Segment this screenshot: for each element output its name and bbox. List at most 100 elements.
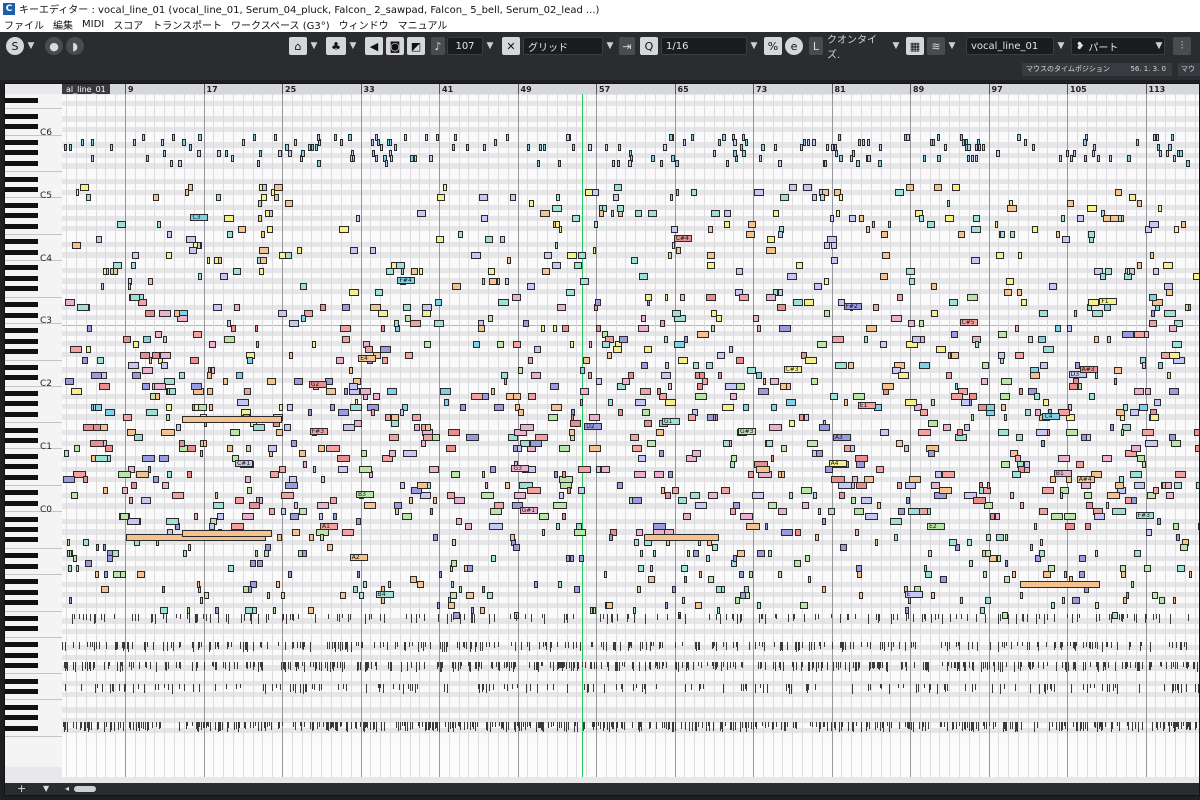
midi-note[interactable] [881,382,894,390]
midi-note-short[interactable] [1070,684,1072,694]
midi-note-short[interactable] [1014,684,1016,692]
midi-note[interactable] [326,388,336,396]
midi-note[interactable] [776,304,787,312]
midi-note-short[interactable] [356,642,357,647]
midi-note[interactable] [247,586,253,594]
midi-note-short[interactable] [228,662,230,671]
midi-note-short[interactable] [183,684,185,692]
midi-note-labeled[interactable]: F1 [1099,297,1118,305]
midi-note[interactable] [643,419,652,427]
midi-note[interactable] [1000,393,1010,401]
midi-note-short[interactable] [315,662,317,670]
midi-note[interactable] [104,409,116,417]
midi-note[interactable] [1017,288,1022,296]
midi-note-short[interactable] [1017,722,1019,732]
midi-note-short[interactable] [456,642,458,649]
midi-note[interactable] [339,591,347,599]
midi-note[interactable] [967,539,972,547]
midi-note[interactable] [793,299,804,307]
midi-note[interactable] [682,139,686,147]
midi-note[interactable] [98,382,111,390]
midi-note[interactable] [1048,283,1057,291]
midi-note[interactable] [424,134,429,141]
midi-note[interactable] [606,351,612,359]
midi-note-short[interactable] [80,684,82,692]
midi-note[interactable] [825,465,834,473]
midi-note[interactable] [1170,439,1182,447]
midi-note-short[interactable] [852,684,853,694]
midi-note-short[interactable] [614,662,616,671]
midi-note[interactable] [578,251,586,259]
lane-dropdown-icon[interactable]: ▼ [43,784,49,793]
midi-note-short[interactable] [985,614,987,624]
midi-note[interactable] [801,502,809,510]
midi-note[interactable] [188,246,197,254]
midi-note-labeled[interactable]: E4 [358,355,377,363]
midi-note-short[interactable] [1139,684,1141,693]
midi-note-labeled[interactable]: G2 [308,381,327,389]
midi-note[interactable] [152,194,159,202]
midi-note-short[interactable] [784,722,786,731]
midi-note[interactable] [91,154,95,162]
midi-note-short[interactable] [541,722,543,732]
midi-note-short[interactable] [1011,642,1013,649]
midi-note-labeled[interactable]: C#3 [783,365,802,373]
midi-note-short[interactable] [350,722,352,729]
midi-note-short[interactable] [1164,684,1166,691]
midi-note-short[interactable] [741,662,743,667]
midi-note[interactable] [166,231,172,239]
midi-note-short[interactable] [520,642,522,650]
midi-note-short[interactable] [121,642,123,649]
midi-note[interactable] [1165,491,1175,499]
midi-note[interactable] [1077,215,1084,223]
midi-note[interactable] [1198,523,1199,531]
midi-note-short[interactable] [878,614,880,623]
midi-note[interactable] [395,507,399,515]
midi-note-short[interactable] [1155,722,1157,728]
midi-note-short[interactable] [327,614,329,619]
midi-note[interactable] [986,481,991,489]
midi-note[interactable] [710,325,715,333]
midi-note-short[interactable] [1038,614,1040,620]
midi-note[interactable] [178,372,186,380]
midi-note[interactable] [356,570,360,578]
midi-note[interactable] [423,434,433,442]
midi-note-short[interactable] [855,722,857,727]
midi-note[interactable] [1149,220,1159,228]
midi-note-short[interactable] [929,684,931,693]
midi-note-short[interactable] [891,642,893,651]
midi-note-short[interactable] [1002,662,1004,672]
midi-note-short[interactable] [1089,642,1091,649]
midi-note[interactable] [843,398,848,406]
midi-note[interactable] [708,575,714,583]
midi-note-short[interactable] [961,722,963,731]
midi-note-short[interactable] [1136,662,1138,671]
midi-note-short[interactable] [506,722,508,732]
midi-note-short[interactable] [814,642,816,651]
midi-note[interactable] [614,184,623,191]
midi-note-short[interactable] [632,722,634,727]
midi-note-short[interactable] [213,662,215,667]
midi-note[interactable] [348,382,359,390]
midi-note[interactable] [1040,439,1046,447]
midi-note[interactable] [1168,325,1177,333]
midi-note-short[interactable] [776,722,778,727]
midi-note-short[interactable] [919,722,921,730]
midi-note[interactable] [831,257,838,265]
midi-note[interactable] [483,144,487,152]
snap-live-input-icon[interactable]: ⇥ [619,37,635,55]
midi-note-short[interactable] [141,722,142,728]
midi-note[interactable] [739,144,743,152]
midi-note-short[interactable] [176,614,178,619]
midi-note-short[interactable] [1195,722,1197,728]
midi-note[interactable] [858,215,864,223]
midi-note[interactable] [118,471,131,479]
midi-note[interactable] [293,139,298,147]
midi-note[interactable] [95,455,108,463]
midi-note-short[interactable] [722,642,724,648]
midi-note-short[interactable] [217,642,219,648]
midi-note-short[interactable] [1055,662,1057,672]
midi-note[interactable] [1141,361,1146,369]
midi-note-short[interactable] [1197,662,1199,672]
midi-note-short[interactable] [221,722,223,730]
